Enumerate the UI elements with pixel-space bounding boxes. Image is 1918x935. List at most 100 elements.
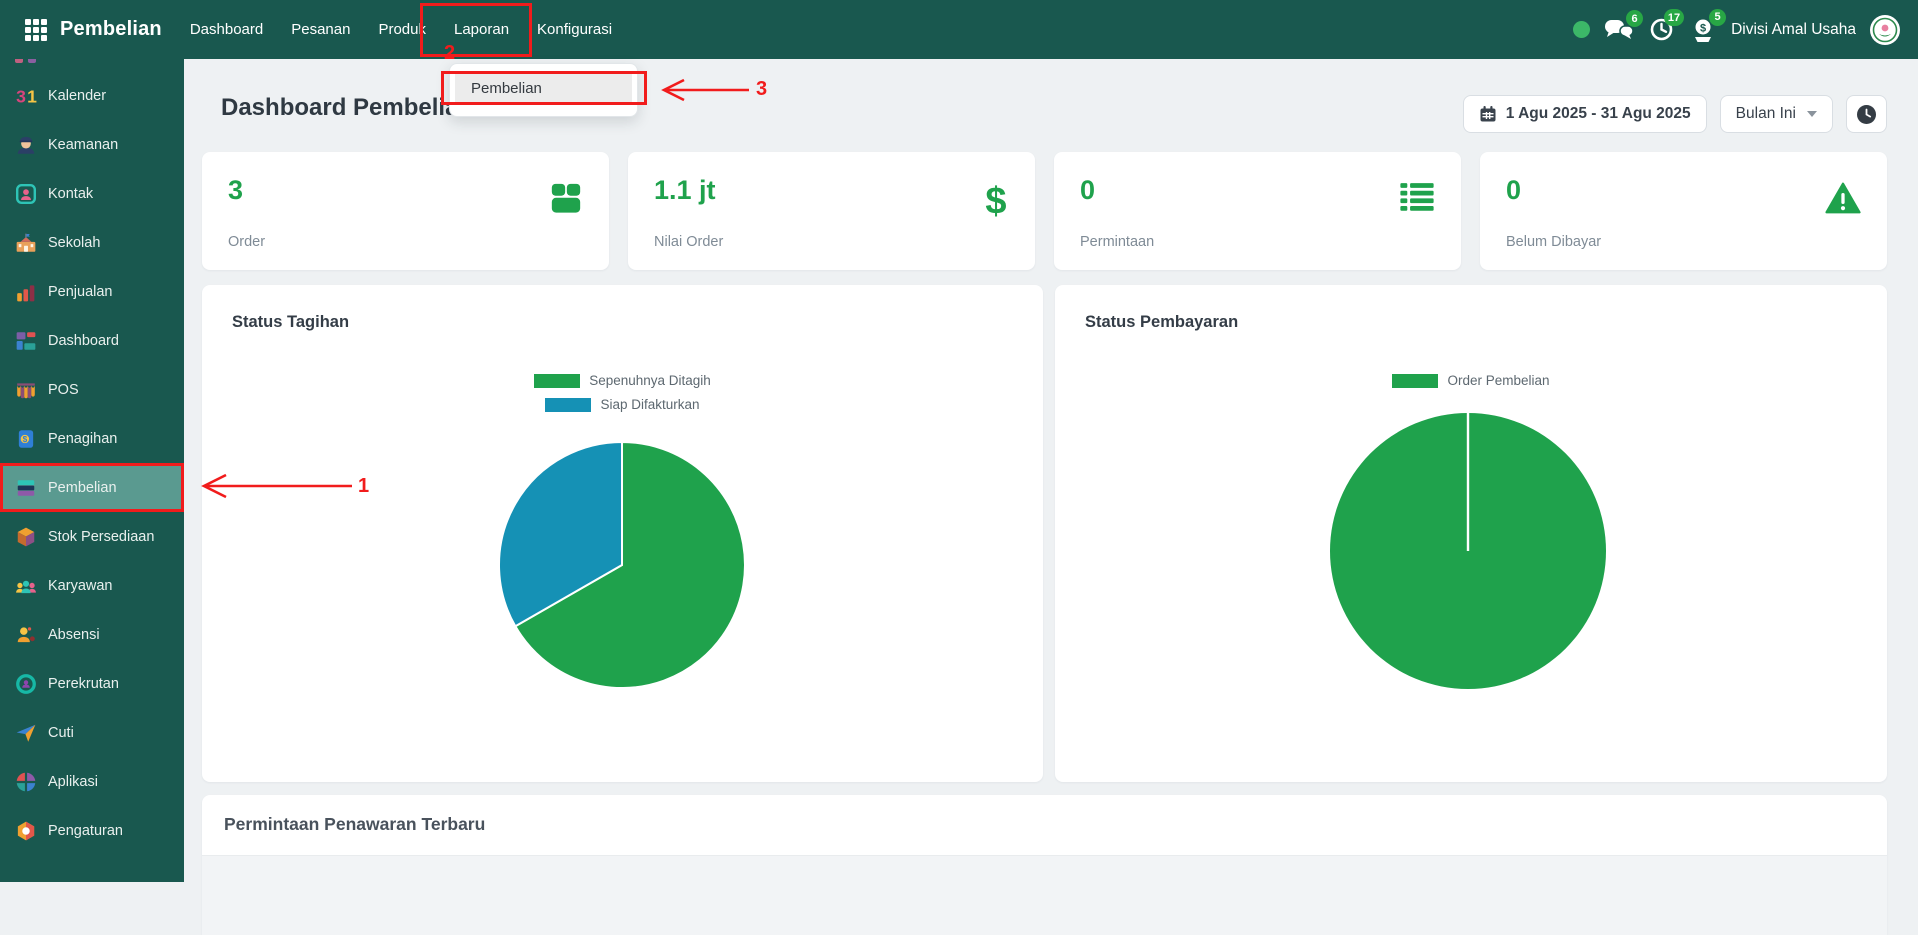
- legend-item[interactable]: Order Pembelian: [1392, 373, 1549, 388]
- nav-item-produk[interactable]: Produk: [376, 15, 428, 44]
- sidebar-item-kontak[interactable]: Kontak: [0, 169, 184, 218]
- date-controls: 1 Agu 2025 - 31 Agu 2025 Bulan Ini: [1463, 95, 1887, 133]
- company-name: Divisi Amal Usaha: [1731, 21, 1856, 39]
- sidebar-item-pengaturan[interactable]: Pengaturan: [0, 806, 184, 855]
- calendar-icon: [1479, 105, 1497, 123]
- sidebar-item-label: Absensi: [48, 627, 100, 643]
- sidebar-item-label: Pembelian: [48, 480, 117, 496]
- sidebar-item-aplikasi[interactable]: Aplikasi: [0, 757, 184, 806]
- chart-title: Status Pembayaran: [1085, 313, 1238, 332]
- user-avatar[interactable]: [1870, 15, 1900, 45]
- chart-legend: Order Pembelian: [1055, 373, 1887, 388]
- sidebar-item-cuti[interactable]: Cuti: [0, 708, 184, 757]
- sidebar-item-perekrutan[interactable]: Perekrutan: [0, 659, 184, 708]
- sidebar-item-penjualan[interactable]: Penjualan: [0, 267, 184, 316]
- sidebar-item-label: Keamanan: [48, 137, 118, 153]
- legend-item[interactable]: Siap Difakturkan: [545, 397, 699, 412]
- sidebar-item-label: Perekrutan: [48, 676, 119, 692]
- sidebar-item-label: Penagihan: [48, 431, 117, 447]
- table-header-strip: [202, 855, 1887, 935]
- stat-label: Permintaan: [1080, 234, 1154, 250]
- sidebar-item-absensi[interactable]: Absensi: [0, 610, 184, 659]
- attendance-person-icon: [15, 624, 37, 646]
- svg-text:1: 1: [27, 86, 37, 106]
- nav-item-pesanan[interactable]: Pesanan: [289, 15, 352, 44]
- sidebar-item-keamanan[interactable]: Keamanan: [0, 120, 184, 169]
- nav-item-konfigurasi[interactable]: Konfigurasi: [535, 15, 614, 44]
- left-sidebar: 3 1 Kalender Keamanan Kontak: [0, 59, 184, 882]
- recent-rfq-section: Permintaan Penawaran Terbaru: [202, 795, 1887, 935]
- stat-card-nilai-order[interactable]: 1.1 jt Nilai Order $: [628, 152, 1035, 270]
- contact-card-icon: [15, 183, 37, 205]
- billing-invoice-icon: $: [15, 428, 37, 450]
- settings-nut-icon: [15, 820, 37, 842]
- legend-item[interactable]: Sepenuhnya Ditagih: [534, 373, 711, 388]
- stat-card-permintaan[interactable]: 0 Permintaan: [1054, 152, 1461, 270]
- app-title: Pembelian: [60, 18, 162, 41]
- chart-legend: Sepenuhnya Ditagih Siap Difakturkan: [202, 373, 1043, 412]
- sidebar-item-stok-persediaan[interactable]: Stok Persediaan: [0, 512, 184, 561]
- status-tagihan-card: Status Tagihan Sepenuhnya Ditagih Siap D…: [202, 285, 1043, 782]
- money-badge: 5: [1709, 9, 1726, 26]
- sidebar-item-karyawan[interactable]: Karyawan: [0, 561, 184, 610]
- annotation-arrow-1: [192, 470, 356, 502]
- pos-awning-icon: [15, 379, 37, 401]
- calendar-31-icon: 3 1: [15, 85, 37, 107]
- status-pembayaran-card: Status Pembayaran Order Pembelian: [1055, 285, 1887, 782]
- stat-label: Order: [228, 234, 265, 250]
- date-range-label: 1 Agu 2025 - 31 Agu 2025: [1506, 105, 1691, 123]
- svg-text:$: $: [1700, 22, 1706, 34]
- period-select[interactable]: Bulan Ini: [1720, 95, 1833, 133]
- chat-badge: 6: [1626, 10, 1643, 27]
- apps-grid-icon[interactable]: [25, 19, 47, 41]
- stock-cube-icon: [15, 526, 37, 548]
- svg-text:$: $: [23, 434, 28, 443]
- refresh-interval-button[interactable]: [1846, 95, 1887, 133]
- period-select-value: Bulan Ini: [1736, 105, 1796, 123]
- warning-icon: [1825, 182, 1861, 215]
- sales-money-button[interactable]: $ 5: [1689, 16, 1717, 44]
- legend-label: Siap Difakturkan: [600, 397, 699, 412]
- leave-plane-icon: [15, 722, 37, 744]
- stat-cards-row: 3 Order 1.1 jt Nilai Order $ 0 Permintaa…: [202, 152, 1887, 270]
- top-navbar: Pembelian Dashboard Pesanan Produk Lapor…: [0, 0, 1918, 59]
- stat-label: Belum Dibayar: [1506, 234, 1601, 250]
- recruitment-search-icon: [15, 673, 37, 695]
- school-building-icon: [15, 232, 37, 254]
- chat-button[interactable]: 6: [1604, 17, 1634, 42]
- sidebar-item-pembelian[interactable]: Pembelian: [0, 463, 184, 512]
- list-icon: [1399, 182, 1435, 212]
- apps-wheel-icon: [15, 771, 37, 793]
- navbar-right-cluster: 6 17 $ 5 Divisi Amal Usaha: [1573, 15, 1918, 45]
- stat-label: Nilai Order: [654, 234, 723, 250]
- legend-swatch: [534, 374, 580, 388]
- nav-item-dashboard[interactable]: Dashboard: [188, 15, 265, 44]
- sidebar-item-label: Cuti: [48, 725, 74, 741]
- sidebar-item-pos[interactable]: POS: [0, 365, 184, 414]
- status-pembayaran-pie-chart: [1328, 411, 1608, 696]
- stat-card-belum-dibayar[interactable]: 0 Belum Dibayar: [1480, 152, 1887, 270]
- stat-value: 1.1 jt: [654, 174, 1009, 206]
- sidebar-item-penagihan[interactable]: $ Penagihan: [0, 414, 184, 463]
- sidebar-item-label: POS: [48, 382, 79, 398]
- stat-value: 3: [228, 174, 583, 206]
- dropdown-item-pembelian[interactable]: Pembelian: [455, 74, 632, 103]
- sidebar-item-dashboard[interactable]: Dashboard: [0, 316, 184, 365]
- activity-history-button[interactable]: 17: [1648, 16, 1675, 43]
- sidebar-item-label: Penjualan: [48, 284, 113, 300]
- section-title: Permintaan Penawaran Terbaru: [224, 814, 485, 835]
- sidebar-item-label: Kalender: [48, 88, 106, 104]
- date-range-button[interactable]: 1 Agu 2025 - 31 Agu 2025: [1463, 95, 1707, 133]
- status-tagihan-pie-chart: [497, 440, 747, 695]
- stat-value: 0: [1506, 174, 1861, 206]
- nav-item-laporan[interactable]: Laporan: [452, 15, 511, 44]
- stat-card-order[interactable]: 3 Order: [202, 152, 609, 270]
- dollar-icon: $: [983, 182, 1009, 220]
- page-title: Dashboard Pembelian: [221, 94, 473, 122]
- online-status-dot: [1573, 21, 1590, 38]
- sidebar-item-kalender[interactable]: 3 1 Kalender: [0, 71, 184, 120]
- sidebar-item-sekolah[interactable]: Sekolah: [0, 218, 184, 267]
- legend-swatch: [1392, 374, 1438, 388]
- dashboard-tiles-icon: [15, 330, 37, 352]
- legend-label: Sepenuhnya Ditagih: [589, 373, 711, 388]
